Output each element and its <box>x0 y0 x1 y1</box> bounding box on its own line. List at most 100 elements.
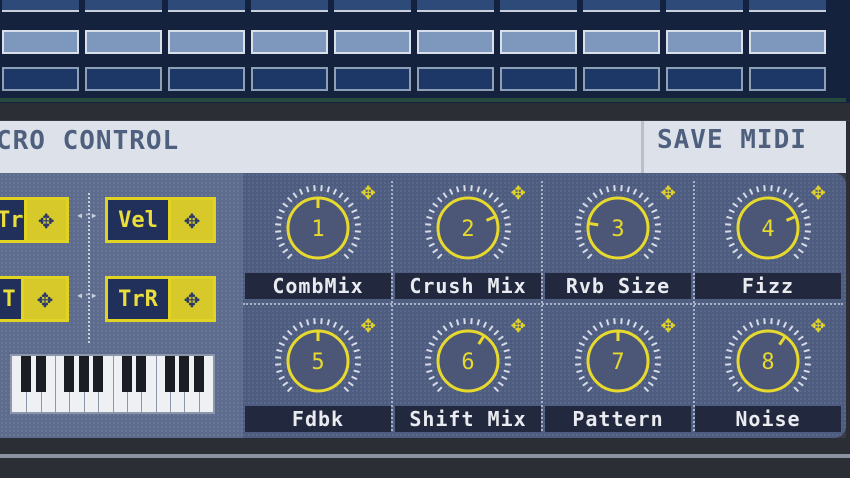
step-cell[interactable] <box>749 30 826 54</box>
four-way-arrow-icon[interactable]: ✥ <box>661 179 675 203</box>
knob-label: CombMix <box>245 273 391 299</box>
black-key[interactable] <box>35 356 46 392</box>
step-cell[interactable] <box>251 0 328 12</box>
mod-slot-tr[interactable]: Tr ✥ <box>0 197 69 243</box>
knob-number: 8 <box>761 350 774 375</box>
black-key[interactable] <box>64 356 75 392</box>
black-key[interactable] <box>21 356 32 392</box>
step-cell[interactable] <box>2 0 79 12</box>
piano-keyboard[interactable] <box>10 354 215 414</box>
mod-label: TrR <box>118 286 158 312</box>
step-cell[interactable] <box>583 67 660 91</box>
step-cell[interactable] <box>2 30 79 54</box>
step-cell[interactable] <box>85 67 162 91</box>
knob-number: 7 <box>611 350 624 375</box>
step-cell[interactable] <box>417 0 494 12</box>
knob-number: 1 <box>311 217 324 242</box>
save-midi-button[interactable]: SAVE MIDI <box>641 121 846 173</box>
four-way-arrow-icon[interactable]: ✥ <box>811 312 825 336</box>
macro-knob-4[interactable]: 4 ✥ Fizz <box>693 173 843 305</box>
mod-label: T <box>2 286 16 312</box>
panel-edge <box>846 121 850 461</box>
step-cell[interactable] <box>85 0 162 12</box>
step-cell[interactable] <box>666 67 743 91</box>
four-way-arrow-icon[interactable]: ✥ <box>23 200 66 240</box>
four-way-arrow-icon[interactable]: ✥ <box>811 179 825 203</box>
step-cell[interactable] <box>500 0 577 12</box>
knob-label: Pattern <box>545 406 691 432</box>
knob-label: Rvb Size <box>545 273 691 299</box>
step-cell[interactable] <box>334 0 411 12</box>
four-way-arrow-icon[interactable]: ✥ <box>511 312 525 336</box>
step-cell[interactable] <box>583 30 660 54</box>
page-title: CRO CONTROL <box>0 126 180 156</box>
four-way-arrow-icon[interactable]: ✥ <box>511 179 525 203</box>
black-key[interactable] <box>93 356 104 392</box>
connector-arrow-icon: ◂·▸ <box>76 288 98 302</box>
step-cell[interactable] <box>168 67 245 91</box>
seq-border <box>0 98 846 102</box>
macro-knob-5[interactable]: 5 ✥ Fdbk <box>243 306 393 438</box>
seq-row-bottom <box>0 67 850 95</box>
step-cell[interactable] <box>500 30 577 54</box>
step-sequencer <box>0 0 850 103</box>
black-key[interactable] <box>179 356 190 392</box>
macro-knob-2[interactable]: 2 ✥ Crush Mix <box>393 173 543 305</box>
mod-slot-t[interactable]: T ✥ <box>0 276 69 322</box>
white-key[interactable] <box>112 356 114 414</box>
save-midi-label: SAVE MIDI <box>657 125 807 155</box>
step-cell[interactable] <box>749 67 826 91</box>
white-key[interactable] <box>155 356 157 414</box>
step-cell[interactable] <box>168 30 245 54</box>
knob-label: Shift Mix <box>395 406 541 432</box>
mod-label: Tr <box>0 207 24 233</box>
footer-line <box>0 454 850 458</box>
step-cell[interactable] <box>666 30 743 54</box>
seq-row-top <box>0 0 850 26</box>
black-key[interactable] <box>136 356 147 392</box>
step-cell[interactable] <box>500 67 577 91</box>
macro-knob-6[interactable]: 6 ✥ Shift Mix <box>393 306 543 438</box>
knob-number: 3 <box>611 217 624 242</box>
knob-label: Noise <box>695 406 841 432</box>
black-key[interactable] <box>164 356 175 392</box>
macro-knob-7[interactable]: 7 ✥ Pattern <box>543 306 693 438</box>
four-way-arrow-icon[interactable]: ✥ <box>168 200 213 240</box>
seq-row-middle <box>0 30 850 58</box>
mod-label: Vel <box>118 207 158 233</box>
four-way-arrow-icon[interactable]: ✥ <box>21 279 66 319</box>
footer-bar <box>0 438 850 478</box>
knob-number: 4 <box>761 217 774 242</box>
knob-number: 2 <box>461 217 474 242</box>
step-cell[interactable] <box>666 0 743 12</box>
black-key[interactable] <box>121 356 132 392</box>
four-way-arrow-icon[interactable]: ✥ <box>168 279 213 319</box>
connector-arrow-icon: ◂·▸ <box>76 208 98 222</box>
step-cell[interactable] <box>334 67 411 91</box>
step-cell[interactable] <box>334 30 411 54</box>
step-cell[interactable] <box>749 0 826 12</box>
knob-label: Crush Mix <box>395 273 541 299</box>
knob-pointer <box>588 221 599 227</box>
macro-knob-8[interactable]: 8 ✥ Noise <box>693 306 843 438</box>
step-cell[interactable] <box>583 0 660 12</box>
step-cell[interactable] <box>85 30 162 54</box>
step-cell[interactable] <box>2 67 79 91</box>
knob-number: 5 <box>311 350 324 375</box>
mod-slot-vel[interactable]: Vel ✥ <box>105 197 216 243</box>
step-cell[interactable] <box>251 30 328 54</box>
step-cell[interactable] <box>251 67 328 91</box>
four-way-arrow-icon[interactable]: ✥ <box>361 179 375 203</box>
black-key[interactable] <box>193 356 204 392</box>
four-way-arrow-icon[interactable]: ✥ <box>661 312 675 336</box>
step-cell[interactable] <box>417 30 494 54</box>
step-cell[interactable] <box>417 67 494 91</box>
black-key[interactable] <box>78 356 89 392</box>
macro-knob-1[interactable]: 1 ✥ CombMix <box>243 173 393 305</box>
mod-slot-trr[interactable]: TrR ✥ <box>105 276 216 322</box>
macro-knob-panel: 1 ✥ CombMix 2 ✥ Crush Mix 3 ✥ Rvb Size 4 ✥ Fizz 5 ✥ Fd… <box>243 173 846 438</box>
four-way-arrow-icon[interactable]: ✥ <box>361 312 375 336</box>
macro-knob-3[interactable]: 3 ✥ Rvb Size <box>543 173 693 305</box>
white-key[interactable] <box>55 356 57 414</box>
step-cell[interactable] <box>168 0 245 12</box>
